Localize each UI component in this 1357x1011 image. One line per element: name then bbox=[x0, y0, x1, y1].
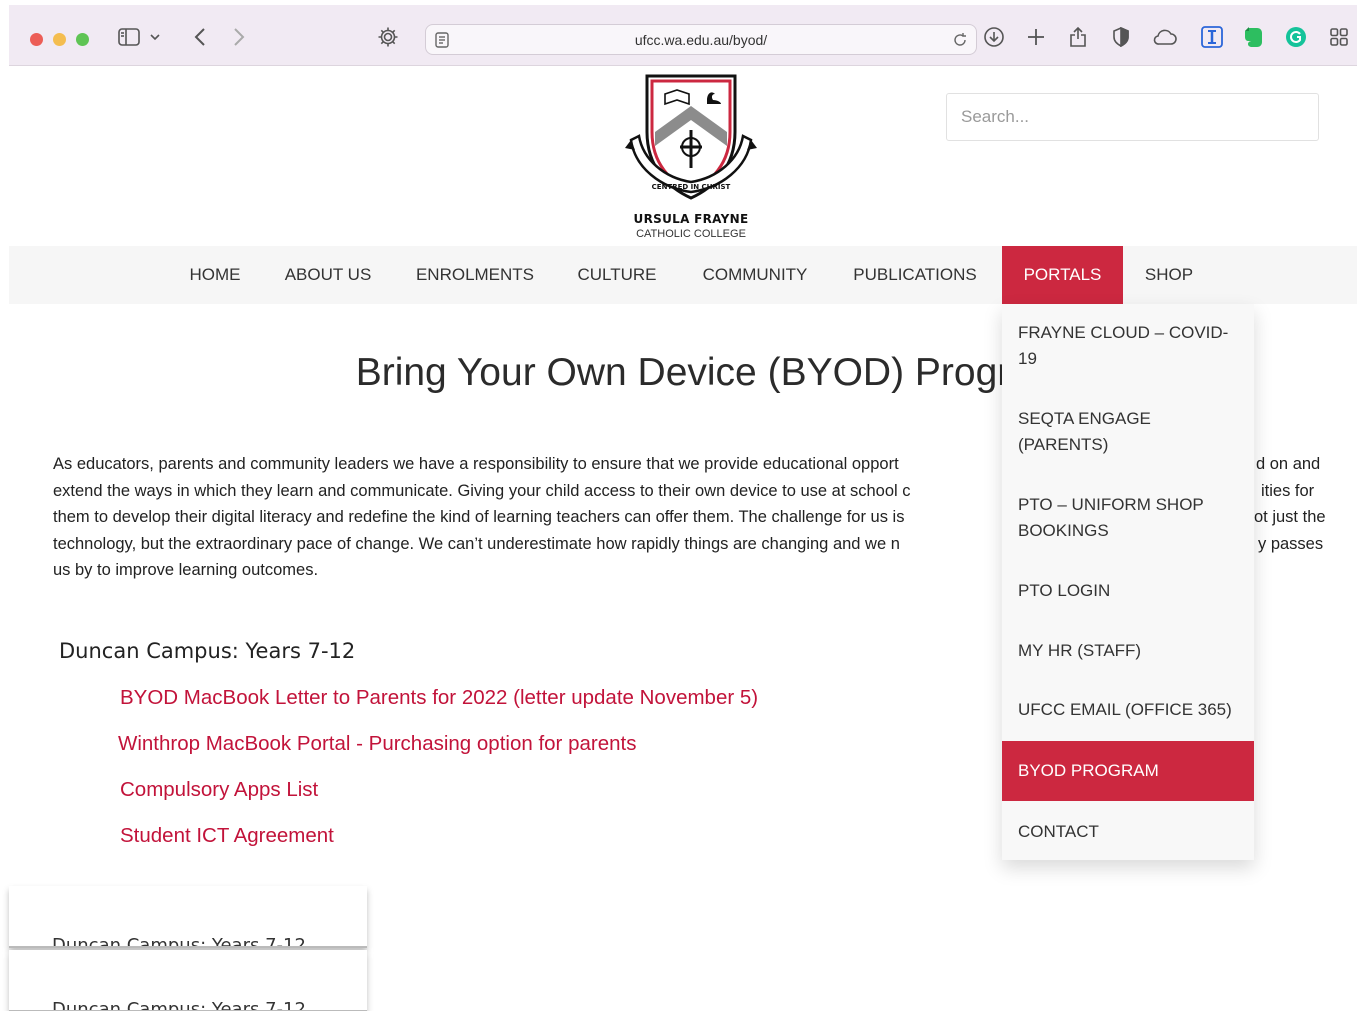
school-name: URSULA FRAYNE bbox=[633, 212, 749, 226]
gear-icon[interactable] bbox=[375, 24, 401, 50]
evernote-icon[interactable] bbox=[1241, 24, 1267, 50]
nav-publications[interactable]: PUBLICATIONS bbox=[841, 246, 989, 304]
search-input[interactable] bbox=[946, 93, 1319, 141]
nav-shop[interactable]: SHOP bbox=[1133, 246, 1205, 304]
menu-item-seqta-engage[interactable]: SEQTA ENGAGE (PARENTS) bbox=[1002, 406, 1254, 458]
preview-heading: Duncan Campus: Years 7-12 bbox=[52, 935, 306, 948]
forward-arrow-icon[interactable] bbox=[226, 24, 252, 50]
reload-icon[interactable] bbox=[952, 32, 968, 53]
instapaper-icon[interactable] bbox=[1199, 24, 1225, 50]
sidebar-toggle-icon[interactable] bbox=[116, 24, 142, 50]
page-preview-slice: Duncan Campus: Years 7-12 bbox=[9, 950, 367, 1011]
nav-community[interactable]: COMMUNITY bbox=[691, 246, 819, 304]
minimize-window-button[interactable] bbox=[53, 33, 66, 46]
web-page: CENTRED IN CHRIST URSULA FRAYNE CATHOLIC… bbox=[9, 66, 1357, 1011]
address-bar[interactable]: ufcc.wa.edu.au/byod/ bbox=[425, 24, 977, 55]
intro-line-tail: y passes bbox=[1258, 534, 1324, 553]
privacy-shield-icon[interactable] bbox=[1108, 24, 1134, 50]
share-icon[interactable] bbox=[1065, 24, 1091, 50]
nav-about-us[interactable]: ABOUT US bbox=[273, 246, 383, 304]
intro-line-tail: ities for bbox=[1261, 481, 1315, 500]
chevron-down-icon[interactable] bbox=[147, 24, 163, 50]
menu-item-ufcc-email[interactable]: UFCC EMAIL (OFFICE 365) bbox=[1002, 697, 1254, 723]
main-nav: HOME ABOUT US ENROLMENTS CULTURE COMMUNI… bbox=[9, 246, 1357, 304]
menu-item-my-hr[interactable]: MY HR (STAFF) bbox=[1002, 638, 1254, 664]
college-crest-icon: CENTRED IN CHRIST bbox=[625, 74, 757, 200]
grammarly-icon[interactable] bbox=[1283, 24, 1309, 50]
nav-home[interactable]: HOME bbox=[177, 246, 253, 304]
menu-item-pto-uniform-shop[interactable]: PTO – UNIFORM SHOP BOOKINGS bbox=[1002, 492, 1254, 544]
menu-item-contact[interactable]: CONTACT bbox=[1002, 819, 1254, 845]
menu-item-pto-login[interactable]: PTO LOGIN bbox=[1002, 578, 1254, 604]
portals-dropdown: FRAYNE CLOUD – COVID-19 SEQTA ENGAGE (PA… bbox=[1002, 304, 1254, 860]
tab-overview-icon[interactable] bbox=[1326, 24, 1352, 50]
browser-toolbar: ufcc.wa.edu.au/byod/ bbox=[9, 5, 1357, 66]
close-window-button[interactable] bbox=[30, 33, 43, 46]
preview-heading: Duncan Campus: Years 7-12 bbox=[52, 999, 306, 1011]
menu-item-frayne-cloud[interactable]: FRAYNE CLOUD – COVID-19 bbox=[1002, 320, 1254, 372]
winthrop-portal-link[interactable]: Winthrop MacBook Portal - Purchasing opt… bbox=[118, 732, 636, 756]
intro-line-tail: ot just the bbox=[1254, 508, 1326, 526]
zoom-window-button[interactable] bbox=[76, 33, 89, 46]
byod-letter-link[interactable]: BYOD MacBook Letter to Parents for 2022 … bbox=[120, 686, 758, 710]
logo-motto: CENTRED IN CHRIST bbox=[652, 183, 731, 191]
nav-culture[interactable]: CULTURE bbox=[569, 246, 665, 304]
nav-portals[interactable]: PORTALS bbox=[1002, 246, 1123, 304]
new-tab-icon[interactable] bbox=[1023, 24, 1049, 50]
compulsory-apps-link[interactable]: Compulsory Apps List bbox=[120, 778, 318, 802]
school-subtitle: CATHOLIC COLLEGE bbox=[636, 228, 746, 240]
nav-enrolments[interactable]: ENROLMENTS bbox=[405, 246, 545, 304]
campus-heading: Duncan Campus: Years 7-12 bbox=[59, 639, 356, 663]
college-logo[interactable]: CENTRED IN CHRIST URSULA FRAYNE CATHOLIC… bbox=[621, 72, 761, 242]
address-url[interactable]: ufcc.wa.edu.au/byod/ bbox=[426, 32, 976, 48]
back-arrow-icon[interactable] bbox=[187, 24, 213, 50]
student-ict-agreement-link[interactable]: Student ICT Agreement bbox=[120, 824, 334, 848]
menu-item-byod-program[interactable]: BYOD PROGRAM bbox=[1002, 741, 1254, 801]
download-icon[interactable] bbox=[981, 24, 1007, 50]
page-preview-slice: Duncan Campus: Years 7-12 bbox=[9, 886, 367, 948]
intro-line-tail: d on and bbox=[1256, 455, 1321, 473]
cloud-icon[interactable] bbox=[1152, 24, 1178, 50]
